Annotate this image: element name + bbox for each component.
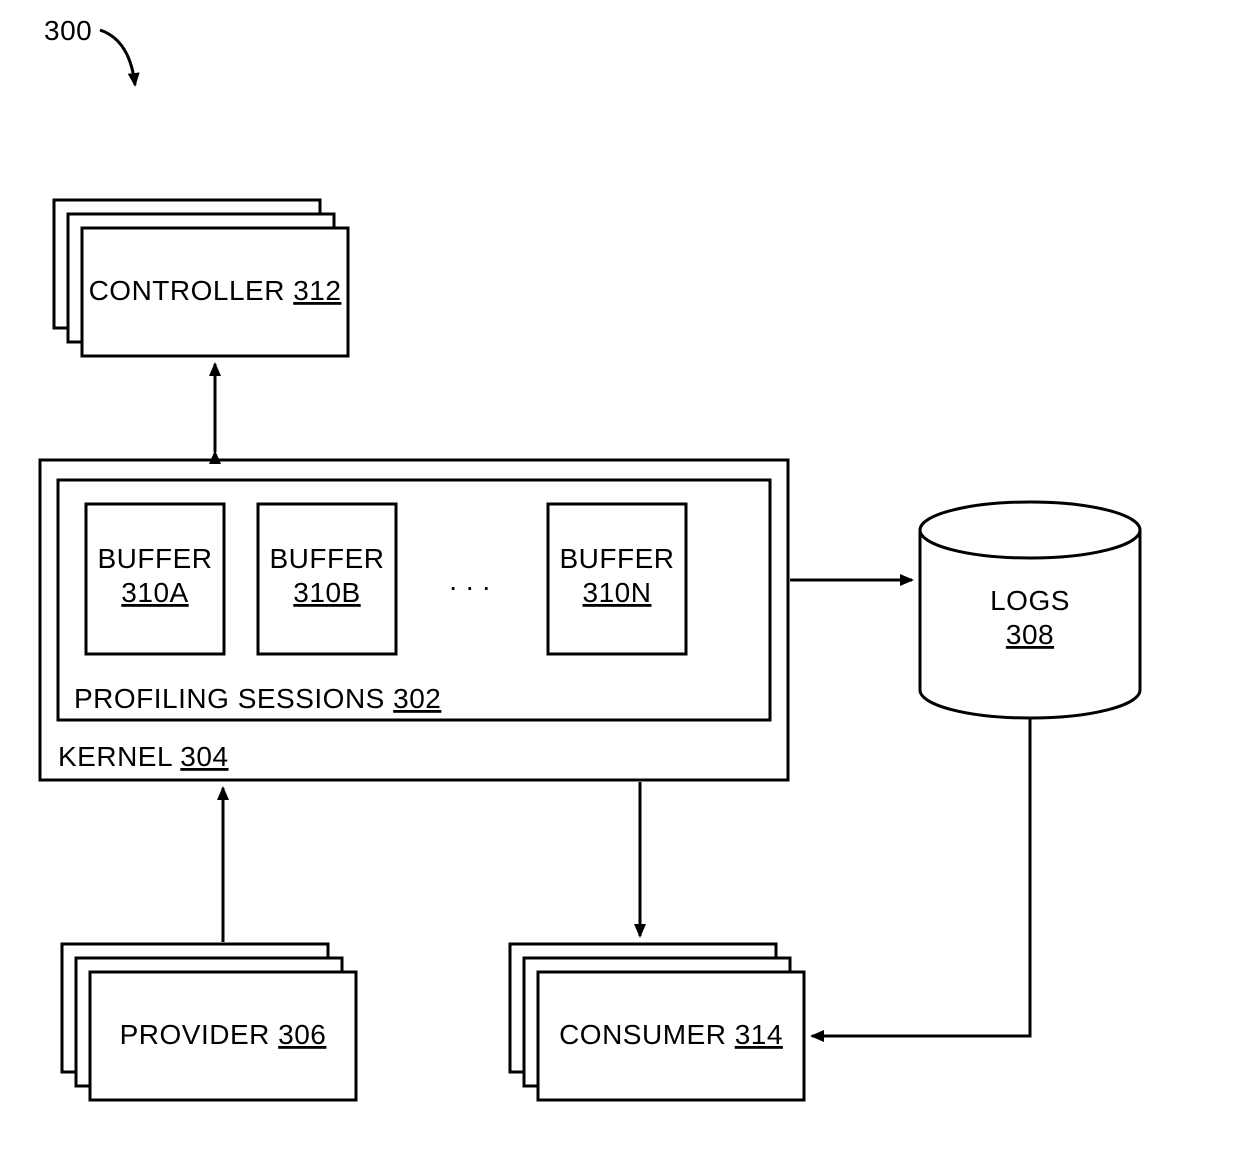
diagram-canvas: 300 CONTROLLER 312 KERNEL 304 PROFILING …	[0, 0, 1240, 1154]
svg-text:CONSUMER 314: CONSUMER 314	[559, 1019, 783, 1050]
consumer-block: CONSUMER 314	[510, 944, 804, 1100]
controller-block: CONTROLLER 312	[54, 200, 348, 356]
consumer-label: CONSUMER	[559, 1019, 726, 1050]
provider-label: PROVIDER	[120, 1019, 270, 1050]
buffer-b-ref: 310B	[293, 577, 360, 608]
figure-ref-label: 300	[44, 15, 92, 46]
kernel-ref: 304	[180, 741, 228, 772]
logs-cylinder: LOGS 308	[920, 502, 1140, 718]
provider-ref: 306	[278, 1019, 326, 1050]
logs-ref: 308	[1006, 619, 1054, 650]
controller-ref: 312	[293, 275, 341, 306]
buffer-b: BUFFER 310B	[258, 504, 396, 654]
buffer-a: BUFFER 310A	[86, 504, 224, 654]
buffer-ellipsis: . . .	[449, 565, 490, 596]
buffer-n-label: BUFFER	[560, 543, 675, 574]
controller-label: CONTROLLER	[89, 275, 285, 306]
buffer-a-ref: 310A	[121, 577, 188, 608]
buffer-a-label: BUFFER	[98, 543, 213, 574]
buffer-n-ref: 310N	[583, 577, 652, 608]
buffer-n: BUFFER 310N	[548, 504, 686, 654]
logs-label: LOGS	[990, 585, 1070, 616]
profiling-ref: 302	[393, 683, 441, 714]
svg-text:CONTROLLER 312: CONTROLLER 312	[89, 275, 342, 306]
kernel-label: KERNEL	[58, 741, 172, 772]
svg-text:PROVIDER 306: PROVIDER 306	[120, 1019, 327, 1050]
kernel-block: KERNEL 304 PROFILING SESSIONS 302 BUFFER…	[40, 460, 788, 780]
arrow-logs-consumer	[812, 718, 1030, 1036]
svg-text:PROFILING SESSIONS: PROFILING SESSIONS 302	[74, 683, 441, 714]
provider-block: PROVIDER 306	[62, 944, 356, 1100]
consumer-ref: 314	[735, 1019, 783, 1050]
svg-text:KERNEL 304: KERNEL 304	[58, 741, 229, 772]
figure-ref-arrow	[100, 30, 135, 85]
profiling-label: PROFILING SESSIONS	[74, 683, 385, 714]
buffer-b-label: BUFFER	[270, 543, 385, 574]
profiling-sessions-block: PROFILING SESSIONS 302 BUFFER 310A BUFFE…	[58, 480, 770, 720]
